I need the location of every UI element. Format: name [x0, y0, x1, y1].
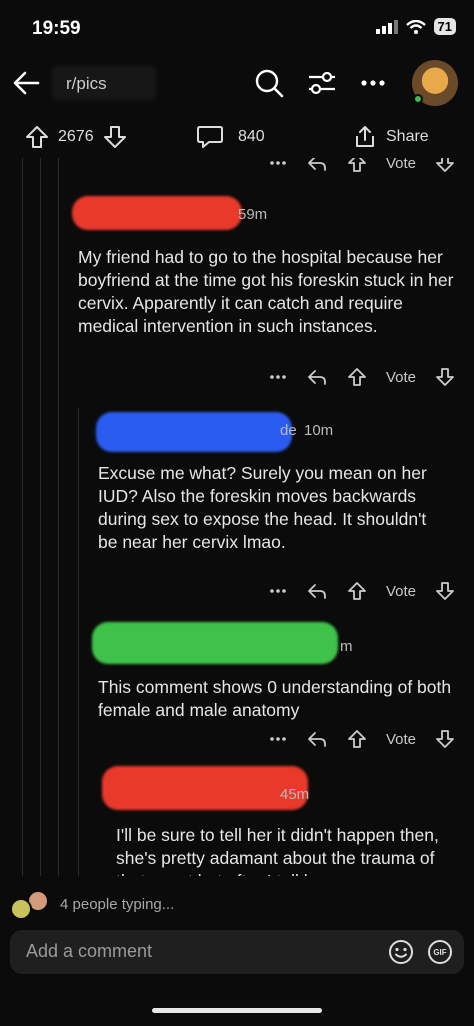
comment-body: This comment shows 0 understanding of bo… [98, 677, 452, 720]
more-options-icon[interactable] [268, 158, 288, 173]
reply-icon[interactable] [306, 581, 328, 601]
reply-icon[interactable] [306, 367, 328, 387]
back-arrow-icon[interactable] [8, 64, 46, 102]
battery-indicator: 71 [433, 18, 456, 35]
more-options-icon[interactable] [356, 66, 390, 100]
home-indicator [152, 1008, 322, 1013]
upvote-arrow-icon[interactable] [346, 158, 368, 174]
comment-time: 10m [304, 422, 334, 439]
comment-time: 45m [280, 786, 310, 803]
vote-label: Vote [386, 158, 417, 172]
downvote-arrow-icon[interactable] [434, 580, 456, 602]
sort-filter-icon[interactable] [305, 66, 339, 100]
comment-action-row: Vote [268, 580, 456, 602]
vote-label: Vote [386, 582, 417, 600]
vote-label: Vote [386, 368, 417, 386]
status-icons: 71 [375, 18, 456, 35]
upvote-arrow-icon[interactable] [24, 124, 50, 150]
user-avatar[interactable] [412, 60, 458, 106]
comment-bubble-icon [197, 126, 223, 148]
status-time: 19:59 [32, 18, 81, 39]
author-redaction [92, 622, 338, 664]
author-redaction [96, 412, 292, 452]
downvote-arrow-icon[interactable] [102, 124, 128, 150]
cellular-signal-icon [375, 19, 398, 34]
comment-action-row: Vote [268, 366, 456, 388]
add-comment-field[interactable]: Add a comment GIF [10, 930, 464, 974]
comment-author-tail: de [280, 422, 297, 439]
comment-placeholder: Add a comment [26, 941, 153, 961]
reply-icon[interactable] [306, 729, 328, 749]
thread-line [22, 158, 23, 876]
share-label: Share [386, 128, 429, 145]
comment-action-row: Vote [268, 728, 456, 750]
comment-action-row: Vote [268, 158, 456, 174]
share-button[interactable]: Share [352, 124, 429, 150]
comments-count: 840 [238, 128, 265, 145]
thread-line [78, 408, 79, 876]
comment-body: I'll be sure to tell her it didn't happe… [116, 825, 439, 876]
top-navigation: r/pics [0, 56, 474, 112]
status-bar: 19:59 71 [0, 0, 474, 56]
post-action-bar: 2676 840 Share [0, 118, 474, 158]
comment-time: m [340, 638, 353, 655]
subreddit-name[interactable]: r/pics [66, 74, 107, 94]
comment-time: 59m [238, 206, 268, 223]
wifi-icon [405, 19, 426, 34]
comment-thread: Vote 59m My friend had to go to the hosp… [0, 158, 474, 876]
gif-button[interactable]: GIF [428, 940, 452, 964]
thread-line [40, 158, 41, 876]
typing-avatar [10, 898, 32, 920]
downvote-arrow-icon[interactable] [434, 366, 456, 388]
author-redaction [72, 196, 242, 230]
comments-count-button[interactable]: 840 [196, 124, 265, 150]
upvote-arrow-icon[interactable] [346, 728, 368, 750]
emoji-icon[interactable] [388, 939, 414, 965]
reply-icon[interactable] [306, 158, 328, 173]
typing-text: 4 people typing... [60, 896, 175, 913]
share-icon [356, 126, 374, 147]
downvote-arrow-icon[interactable] [434, 728, 456, 750]
upvote-arrow-icon[interactable] [346, 580, 368, 602]
vote-label: Vote [386, 730, 417, 748]
search-icon[interactable] [252, 66, 286, 100]
downvote-arrow-icon[interactable] [434, 158, 456, 174]
online-status-dot [413, 94, 423, 104]
more-options-icon[interactable] [268, 367, 288, 387]
thread-line [58, 158, 59, 876]
comment-body: My friend had to go to the hospital beca… [78, 247, 454, 336]
more-options-icon[interactable] [268, 581, 288, 601]
post-vote-group: 2676 [24, 124, 128, 150]
upvote-count: 2676 [58, 128, 94, 145]
more-options-icon[interactable] [268, 729, 288, 749]
upvote-arrow-icon[interactable] [346, 366, 368, 388]
comment-body: Excuse me what? Surely you mean on her I… [98, 463, 427, 552]
author-redaction [102, 766, 308, 810]
typing-indicator: 4 people typing... [0, 884, 474, 924]
